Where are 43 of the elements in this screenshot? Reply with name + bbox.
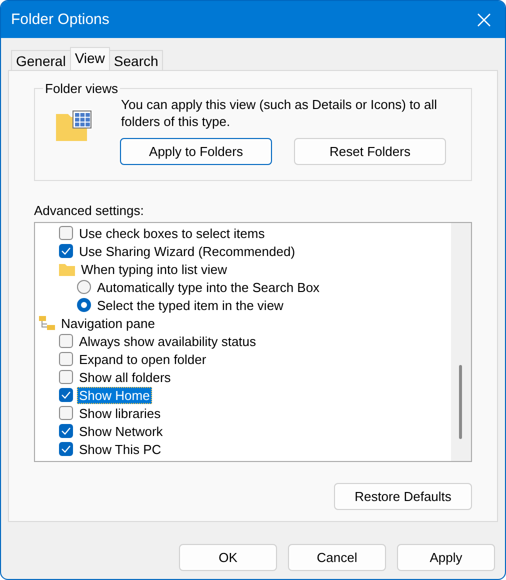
dialog-button[interactable]: OK <box>179 544 277 571</box>
checkbox[interactable] <box>59 352 73 366</box>
checkbox[interactable] <box>59 424 73 438</box>
setting-label[interactable]: Navigation pane <box>59 314 157 332</box>
restore-defaults-button[interactable]: Restore Defaults <box>334 483 472 510</box>
setting-label[interactable]: Always show availability status <box>77 332 258 350</box>
setting-label[interactable]: Show libraries <box>77 404 163 422</box>
folder-button[interactable]: Reset Folders <box>294 138 446 165</box>
advanced-settings-label: Advanced settings: <box>34 203 145 218</box>
checkbox[interactable] <box>59 334 73 348</box>
checkbox[interactable] <box>59 388 73 402</box>
folder-button[interactable]: Apply to Folders <box>120 138 272 165</box>
setting-label[interactable]: Use Sharing Wizard (Recommended) <box>77 242 298 260</box>
setting-label[interactable]: Use check boxes to select items <box>77 224 267 242</box>
tab[interactable]: View <box>70 47 110 70</box>
checkbox[interactable] <box>59 226 73 240</box>
checkbox[interactable] <box>59 442 73 456</box>
close-icon[interactable] <box>477 12 491 26</box>
setting-label[interactable]: Show This PC <box>77 440 164 458</box>
description-text: You can apply this view (such as Details or Icons) to all folders of this type. <box>121 96 438 130</box>
scrollbar-thumb[interactable] <box>459 365 462 439</box>
setting-label[interactable]: Expand to open folder <box>77 350 208 368</box>
setting-label[interactable]: Select the typed item in the view <box>95 296 286 314</box>
radio-button[interactable] <box>77 298 91 312</box>
window-title: Folder Options <box>11 11 110 28</box>
radio-button[interactable] <box>77 280 91 294</box>
checkbox[interactable] <box>59 244 73 258</box>
dialog-button[interactable]: Cancel <box>288 544 386 571</box>
tree-icon <box>39 316 55 330</box>
tab[interactable]: General <box>11 50 71 70</box>
folder-icon <box>59 262 75 276</box>
setting-label[interactable]: When typing into list view <box>79 260 229 278</box>
checkbox[interactable] <box>59 406 73 420</box>
checkbox[interactable] <box>59 370 73 384</box>
tab[interactable]: Search <box>108 50 164 70</box>
dialog-button[interactable]: Apply <box>397 544 495 571</box>
scrollbar[interactable] <box>451 223 471 461</box>
group-title: Folder views <box>44 81 119 96</box>
setting-label[interactable]: Show Network <box>77 422 165 440</box>
folder-grid-icon <box>55 110 93 142</box>
setting-label[interactable]: Automatically type into the Search Box <box>95 278 322 296</box>
setting-label[interactable]: Show Home <box>77 386 152 404</box>
setting-label[interactable]: Show all folders <box>77 368 173 386</box>
